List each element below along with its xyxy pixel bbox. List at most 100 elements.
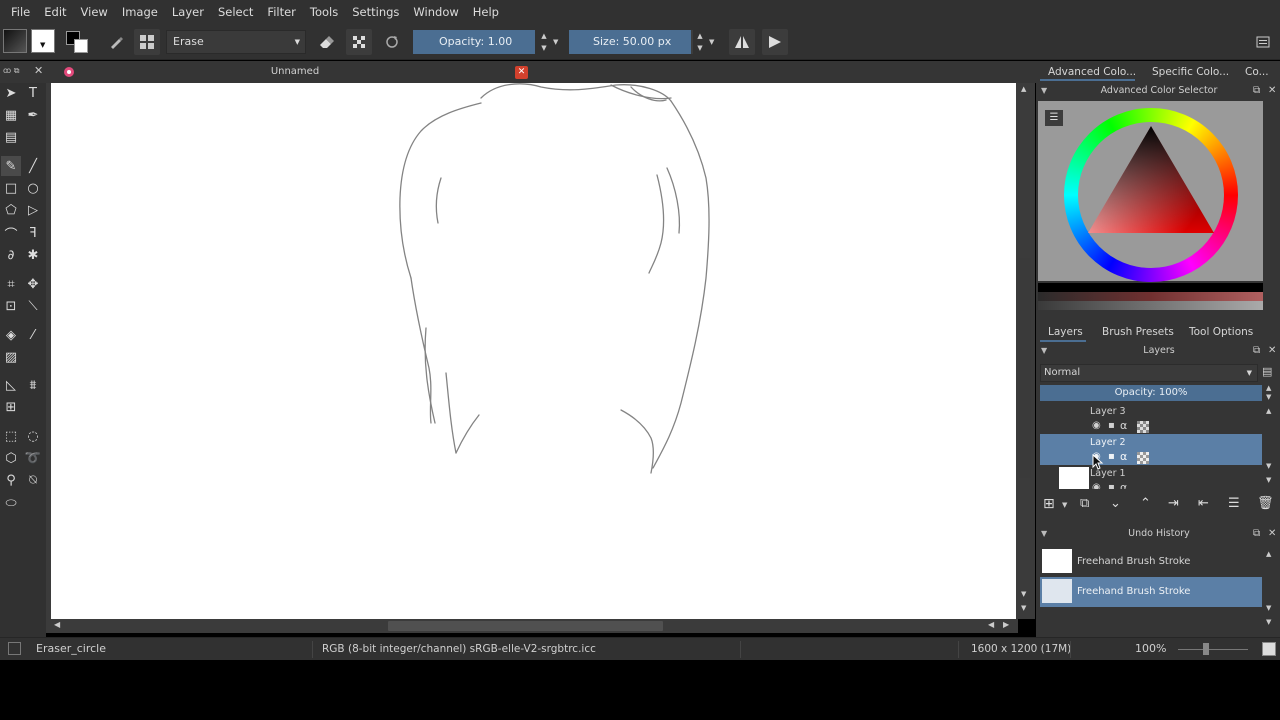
gradient-tool-icon[interactable]: ▨ bbox=[1, 347, 21, 367]
menu-select[interactable]: Select bbox=[211, 0, 260, 24]
assistant-tool-icon[interactable]: ▤ bbox=[1, 127, 21, 147]
eye-icon[interactable]: ◉ bbox=[1092, 420, 1101, 431]
scroll-down-icon[interactable]: ▼ bbox=[1266, 618, 1271, 626]
close-icon[interactable]: ✕ bbox=[1268, 85, 1276, 96]
zoom-slider-handle[interactable] bbox=[1203, 643, 1209, 655]
polygon-tool-icon[interactable]: ⬠ bbox=[1, 200, 21, 220]
color-history-strip[interactable] bbox=[1038, 283, 1263, 292]
line-tool-icon[interactable]: ╱ bbox=[23, 156, 43, 176]
alpha-inherit-icon[interactable] bbox=[1137, 421, 1149, 433]
float-icon[interactable]: ⧉ bbox=[1253, 85, 1260, 96]
freehand-brush-tool-icon[interactable]: ✎ bbox=[1, 156, 21, 176]
toolbox-float-icon[interactable]: ꝏ ⧉ bbox=[3, 66, 19, 76]
gradient-swatch[interactable] bbox=[3, 29, 27, 53]
saturation-triangle[interactable] bbox=[1064, 108, 1238, 282]
measure-tool-icon[interactable]: ⟍ bbox=[23, 296, 43, 316]
lock-icon[interactable]: ▪ bbox=[1108, 420, 1115, 431]
opacity-stepper[interactable]: ▲ ▼ bbox=[1266, 384, 1271, 402]
alpha-icon[interactable]: α bbox=[1120, 419, 1127, 432]
tab-advanced-color[interactable]: Advanced Colo... bbox=[1048, 66, 1136, 78]
undo-history-item-selected[interactable]: Freehand Brush Stroke bbox=[1040, 577, 1262, 607]
chevron-down-icon[interactable]: ▼ bbox=[709, 38, 714, 46]
rectangle-tool-icon[interactable]: □ bbox=[1, 178, 21, 198]
rect-select-tool-icon[interactable]: ⬚ bbox=[1, 426, 21, 446]
lock-icon[interactable]: ▪ bbox=[1108, 482, 1115, 489]
tab-layers[interactable]: Layers bbox=[1048, 326, 1083, 338]
layer-properties-icon[interactable]: ☰ bbox=[1228, 496, 1240, 511]
mirror-horizontal-icon[interactable] bbox=[729, 29, 755, 55]
color-wheel-panel[interactable]: ☰ bbox=[1038, 101, 1263, 282]
blend-mode-select[interactable]: Erase ▼ bbox=[166, 30, 306, 54]
tab-more[interactable]: Co... bbox=[1245, 66, 1269, 78]
color-picker-tool-icon[interactable]: ⁄ bbox=[23, 325, 43, 345]
dynamic-brush-tool-icon[interactable]: ∂ bbox=[1, 245, 21, 265]
scroll-up-icon[interactable]: ▲ bbox=[1266, 407, 1271, 415]
alpha-icon[interactable]: α bbox=[1120, 450, 1127, 463]
flatten-icon[interactable]: ⇤ bbox=[1198, 496, 1209, 511]
move-up-icon[interactable]: ⌃ bbox=[1140, 496, 1151, 511]
menu-file[interactable]: File bbox=[4, 0, 37, 24]
menu-icon[interactable]: ☰ bbox=[1045, 110, 1063, 126]
menu-edit[interactable]: Edit bbox=[37, 0, 73, 24]
float-icon[interactable]: ⧉ bbox=[1253, 528, 1260, 539]
close-document-icon[interactable]: ✕ bbox=[515, 66, 528, 79]
grid-tool-icon[interactable]: ⊞ bbox=[1, 397, 21, 417]
alpha-inherit-icon[interactable] bbox=[1137, 452, 1149, 464]
perspective-grid-tool-icon[interactable]: ⩩ bbox=[23, 375, 43, 395]
delete-icon[interactable]: 🗑 bbox=[1257, 496, 1274, 511]
move-down-icon[interactable]: ⌄ bbox=[1110, 496, 1121, 511]
scroll-down-icon[interactable]: ▼ bbox=[1021, 590, 1026, 598]
ellipse-select-tool-icon[interactable]: ◌ bbox=[23, 426, 43, 446]
chevron-down-icon[interactable]: ▼ bbox=[1041, 86, 1047, 95]
menu-tools[interactable]: Tools bbox=[303, 0, 345, 24]
brush-preset-icon[interactable] bbox=[103, 29, 129, 55]
reset-icon[interactable] bbox=[379, 29, 405, 55]
scroll-up-icon[interactable]: ▲ bbox=[1021, 85, 1026, 93]
undo-history-item[interactable]: Freehand Brush Stroke bbox=[1040, 547, 1262, 577]
layer-blend-mode-select[interactable]: Normal ▼ bbox=[1040, 364, 1258, 382]
scroll-left-icon[interactable]: ◀ bbox=[988, 620, 994, 629]
chevron-down-icon[interactable]: ▼ bbox=[1041, 346, 1047, 355]
alpha-icon[interactable]: α bbox=[1120, 481, 1127, 489]
layer-row-selected[interactable]: Layer 2 ◉ ▪ α bbox=[1040, 434, 1262, 465]
assistant-ruler-tool-icon[interactable]: ◺ bbox=[1, 375, 21, 395]
vertical-scroll-thumb[interactable] bbox=[1019, 258, 1031, 478]
float-icon[interactable]: ⧉ bbox=[1253, 345, 1260, 356]
hue-ring[interactable] bbox=[1064, 108, 1238, 282]
similar-select-tool-icon[interactable]: ⍉ bbox=[23, 470, 43, 490]
freehand-path-tool-icon[interactable]: ꟻ bbox=[23, 223, 43, 243]
opacity-slider[interactable]: Opacity: 1.00 bbox=[413, 30, 535, 54]
layer-row[interactable]: Layer 1 ◉ ▪ α bbox=[1040, 465, 1262, 489]
horizontal-scrollbar[interactable]: ◀ ◀ ▶ bbox=[46, 619, 1018, 633]
layer-row[interactable]: Layer 3 ◉ ▪ α bbox=[1040, 403, 1262, 434]
move-tool-icon[interactable]: ✥ bbox=[23, 274, 43, 294]
alpha-lock-icon[interactable] bbox=[346, 29, 372, 55]
horizontal-scroll-thumb[interactable] bbox=[388, 621, 663, 631]
menu-settings[interactable]: Settings bbox=[345, 0, 406, 24]
merge-down-icon[interactable]: ⇥ bbox=[1168, 496, 1179, 511]
scroll-left-icon[interactable]: ◀ bbox=[54, 620, 60, 629]
duplicate-layer-icon[interactable]: ⧉ bbox=[1080, 496, 1089, 511]
calligraphy-tool-icon[interactable]: ✒ bbox=[23, 105, 43, 125]
menu-filter[interactable]: Filter bbox=[260, 0, 302, 24]
zoom-slider[interactable] bbox=[1178, 649, 1248, 650]
crop-tool-icon[interactable]: ⌗ bbox=[1, 274, 21, 294]
mirror-vertical-icon[interactable] bbox=[762, 29, 788, 55]
size-stepper[interactable]: ▲ ▼ bbox=[694, 30, 706, 54]
menu-image[interactable]: Image bbox=[115, 0, 165, 24]
menu-window[interactable]: Window bbox=[406, 0, 465, 24]
polygon-select-tool-icon[interactable]: ⬡ bbox=[1, 448, 21, 468]
ellipse-tool-icon[interactable]: ○ bbox=[23, 178, 43, 198]
vertical-scrollbar[interactable]: ▲ ▼ ▼ bbox=[1017, 83, 1035, 619]
layer-properties-icon[interactable]: ▤ bbox=[1262, 365, 1278, 381]
scroll-down-icon[interactable]: ▼ bbox=[1266, 476, 1271, 484]
size-slider[interactable]: Size: 50.00 px bbox=[569, 30, 693, 54]
gradient-strip[interactable] bbox=[1038, 292, 1263, 301]
select-shapes-tool-icon[interactable]: ➤ bbox=[1, 83, 21, 103]
bezier-select-tool-icon[interactable]: ⬭ bbox=[1, 493, 21, 513]
add-layer-icon[interactable]: ⊞ bbox=[1043, 496, 1055, 512]
hamburger-icon[interactable] bbox=[1250, 29, 1276, 55]
tab-specific-color[interactable]: Specific Colo... bbox=[1152, 66, 1229, 78]
scroll-down-icon[interactable]: ▼ bbox=[1021, 604, 1026, 612]
scroll-down-icon[interactable]: ▼ bbox=[1266, 462, 1271, 470]
